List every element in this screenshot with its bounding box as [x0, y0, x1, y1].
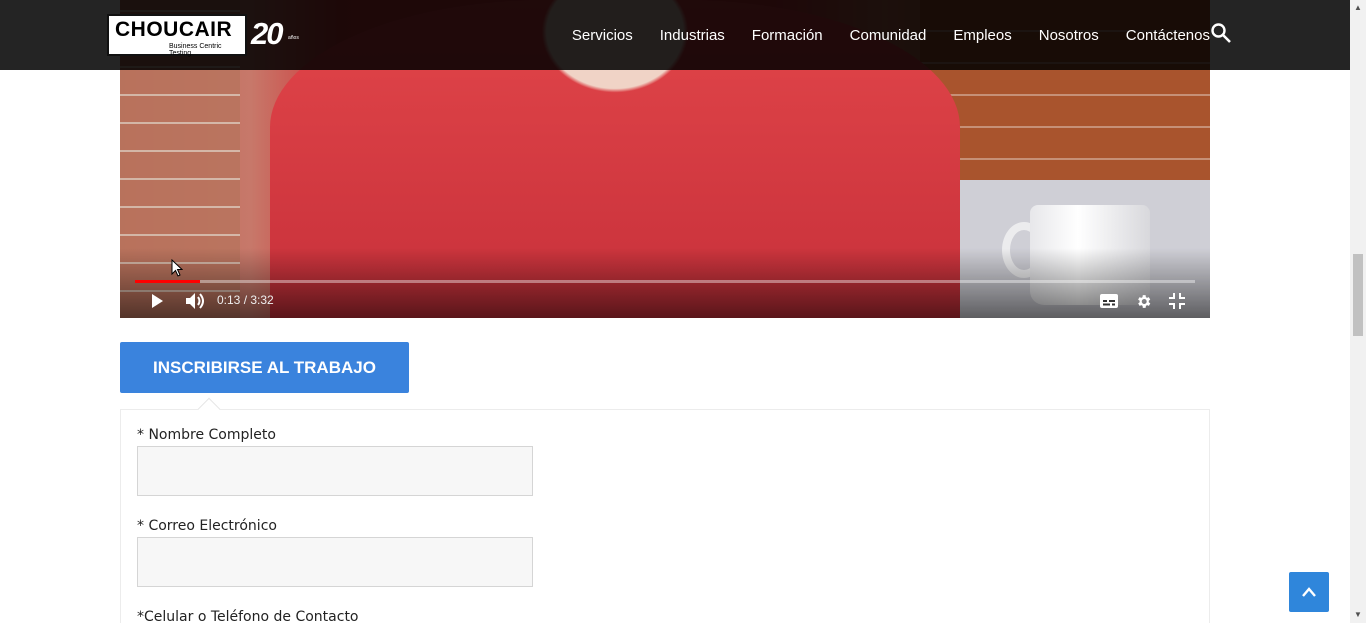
main-nav: Servicios Industrias Formación Comunidad… [545, 0, 1210, 70]
nav-item-nosotros[interactable]: Nosotros [1039, 27, 1099, 44]
search-button[interactable] [1210, 22, 1232, 44]
email-field[interactable] [137, 537, 533, 587]
application-form: * Nombre Completo * Correo Electrónico *… [120, 409, 1210, 623]
nav-item-industrias[interactable]: Industrias [660, 27, 725, 44]
scroll-thumb[interactable] [1353, 254, 1363, 336]
subtitles-icon [1100, 294, 1118, 308]
volume-icon [186, 293, 204, 309]
play-button[interactable] [142, 284, 172, 318]
page: 0:13 / 3:32 CHOUCAIR Business Centric Te… [0, 0, 1366, 623]
nav-item-servicios[interactable]: Servicios [572, 27, 633, 44]
logo-anniversary-small: años [288, 35, 299, 41]
logo-wordmark: CHOUCAIR [115, 18, 233, 41]
nav-item-formacion[interactable]: Formación [752, 27, 823, 44]
nav-item-comunidad[interactable]: Comunidad [850, 27, 927, 44]
scroll-up-arrow[interactable]: ▲ [1350, 0, 1366, 16]
email-label: * Correo Electrónico [137, 518, 277, 534]
video-progress-fill [135, 280, 200, 283]
play-icon [152, 294, 163, 308]
back-to-top-button[interactable] [1289, 572, 1329, 612]
site-header: CHOUCAIR Business Centric Testing 20 año… [0, 0, 1350, 70]
video-time: 0:13 / 3:32 [217, 293, 274, 307]
full-name-field[interactable] [137, 446, 533, 496]
logo[interactable]: CHOUCAIR Business Centric Testing [107, 14, 247, 57]
full-name-label: * Nombre Completo [137, 427, 276, 443]
logo-tagline: Business Centric Testing [169, 43, 222, 57]
video-controls: 0:13 / 3:32 [120, 284, 1210, 318]
volume-button[interactable] [180, 284, 212, 318]
page-scrollbar[interactable]: ▲ ▼ [1350, 0, 1366, 623]
scroll-down-arrow[interactable]: ▼ [1350, 607, 1366, 623]
subtitles-button[interactable] [1096, 284, 1122, 318]
settings-icon [1137, 294, 1150, 308]
logo-anniversary: 20 [251, 16, 284, 51]
mouse-cursor-icon [171, 259, 183, 277]
exit-fullscreen-icon [1169, 293, 1185, 309]
nav-item-contactenos[interactable]: Contáctenos [1126, 27, 1210, 44]
chevron-up-icon [1302, 587, 1316, 597]
video-progress-bar[interactable] [135, 280, 1195, 283]
settings-button[interactable] [1130, 284, 1156, 318]
apply-job-tab[interactable]: INSCRIBIRSE AL TRABAJO [120, 342, 409, 393]
phone-label: *Celular o Teléfono de Contacto [137, 609, 359, 623]
exit-fullscreen-button[interactable] [1164, 284, 1190, 318]
nav-item-empleos[interactable]: Empleos [953, 27, 1011, 44]
search-icon [1211, 23, 1231, 43]
